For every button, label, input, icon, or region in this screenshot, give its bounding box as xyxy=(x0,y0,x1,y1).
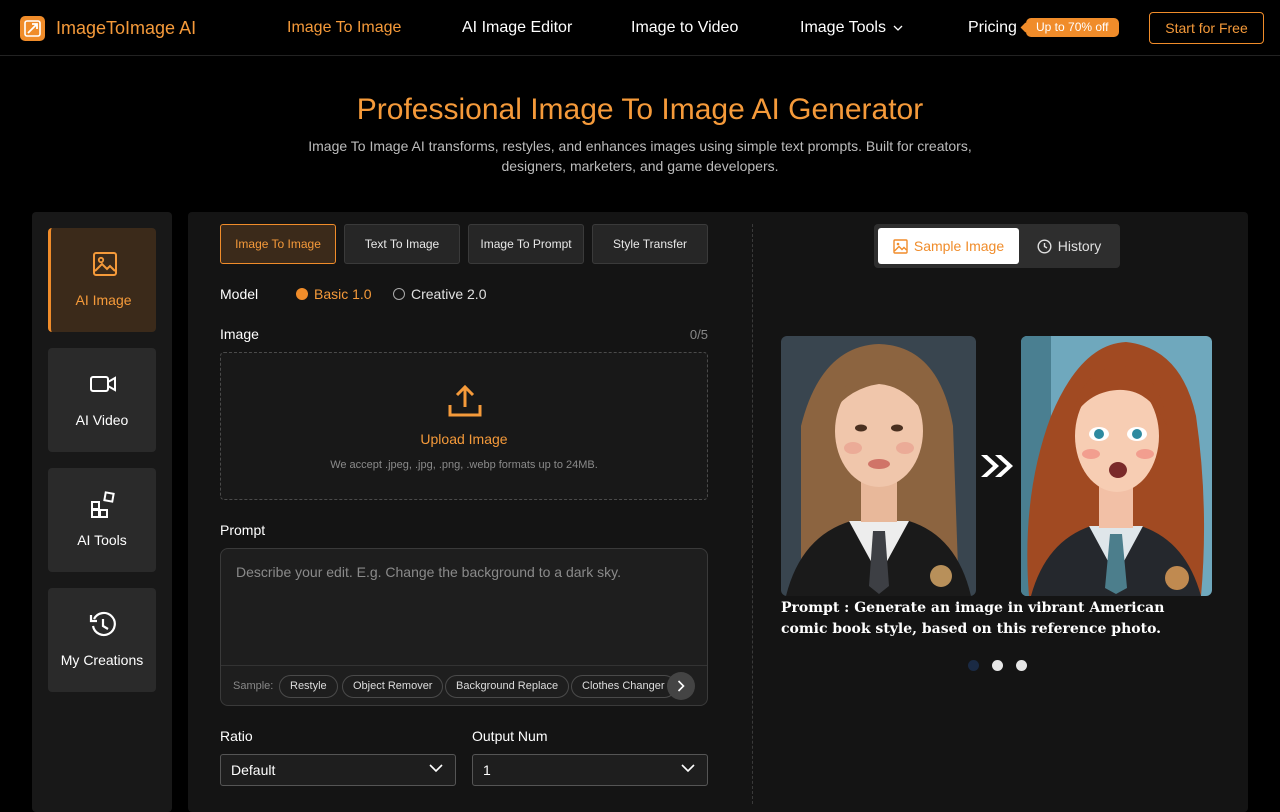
model-option-basic[interactable]: Basic 1.0 xyxy=(296,286,372,302)
panel-divider xyxy=(752,224,753,804)
history-label: History xyxy=(1057,238,1102,254)
sidebar-item-label: AI Video xyxy=(75,412,129,428)
chevron-down-icon xyxy=(893,25,903,31)
sidebar-item-ai-video[interactable]: AI Video xyxy=(48,348,156,452)
preview-toggle: Sample Image History xyxy=(874,224,1120,268)
prompt-input[interactable] xyxy=(221,549,707,665)
nav-link-image-to-image[interactable]: Image To Image xyxy=(287,19,401,37)
model-option-creative[interactable]: Creative 2.0 xyxy=(393,286,486,302)
model-option-label: Creative 2.0 xyxy=(411,286,487,302)
prompt-label: Prompt xyxy=(220,522,266,538)
output-num-value: 1 xyxy=(483,762,491,778)
chevron-right-icon xyxy=(677,680,685,692)
sample-chip-background-replace[interactable]: Background Replace xyxy=(445,675,570,698)
ratio-label: Ratio xyxy=(220,728,253,744)
sample-bar: Sample: Restyle Object Remover Backgroun… xyxy=(221,665,707,705)
output-num-select[interactable]: 1 xyxy=(472,754,708,786)
result-photo xyxy=(1021,336,1212,596)
samples-next-button[interactable] xyxy=(667,672,695,700)
tab-image-to-image[interactable]: Image To Image xyxy=(220,224,336,264)
chevron-down-icon xyxy=(681,764,695,773)
sidebar-item-label: My Creations xyxy=(60,652,144,668)
nav-link-image-to-video[interactable]: Image to Video xyxy=(631,19,738,37)
start-for-free-button[interactable]: Start for Free xyxy=(1149,12,1264,44)
radio-unselected-icon xyxy=(393,288,405,300)
image-icon xyxy=(93,252,117,276)
logo-icon xyxy=(20,16,45,41)
nav-link-image-tools-label: Image Tools xyxy=(800,19,886,36)
sample-chip-clothes-changer[interactable]: Clothes Changer xyxy=(571,675,676,698)
upload-icon xyxy=(448,384,482,417)
sample-carousel: Prompt : Generate an image in vibrant Am… xyxy=(781,336,1212,641)
carousel-dot[interactable] xyxy=(968,660,979,671)
model-option-label: Basic 1.0 xyxy=(314,286,372,302)
image-icon xyxy=(893,238,908,254)
upload-label: Upload Image xyxy=(420,431,508,447)
sample-chip-restyle[interactable]: Restyle xyxy=(279,675,338,698)
chevron-down-icon xyxy=(429,764,443,773)
ratio-select[interactable]: Default xyxy=(220,754,456,786)
tools-icon xyxy=(91,491,115,518)
radio-selected-icon xyxy=(296,288,308,300)
sample-chip-object-remover[interactable]: Object Remover xyxy=(342,675,444,698)
tab-style-transfer[interactable]: Style Transfer xyxy=(592,224,708,264)
upload-hint: We accept .jpeg, .jpg, .png, .webp forma… xyxy=(330,459,598,471)
brand-logo[interactable]: ImageToImage AI xyxy=(20,16,196,41)
tab-image-to-prompt[interactable]: Image To Prompt xyxy=(468,224,584,264)
sidebar-item-label: AI Image xyxy=(75,292,132,308)
clock-icon xyxy=(1037,238,1052,254)
page-title: Professional Image To Image AI Generator xyxy=(356,93,924,126)
history-button[interactable]: History xyxy=(1022,228,1116,264)
sample-image-label: Sample Image xyxy=(913,238,1005,254)
carousel-dot[interactable] xyxy=(1016,660,1027,671)
image-upload-dropzone[interactable]: Upload Image We accept .jpeg, .jpg, .png… xyxy=(220,352,708,500)
history-icon xyxy=(89,611,116,637)
model-label: Model xyxy=(220,286,259,302)
sample-label: Sample: xyxy=(233,680,274,692)
sidebar-item-ai-image[interactable]: AI Image xyxy=(48,228,156,332)
video-icon xyxy=(90,376,116,392)
sidebar-item-my-creations[interactable]: My Creations xyxy=(48,588,156,692)
tab-text-to-image[interactable]: Text To Image xyxy=(344,224,460,264)
top-navbar: ImageToImage AI Image To Image AI Image … xyxy=(0,0,1280,56)
carousel-dots xyxy=(968,660,1040,671)
output-num-label: Output Num xyxy=(472,728,548,744)
nav-link-image-tools[interactable]: Image Tools xyxy=(800,19,903,37)
sample-caption: Prompt : Generate an image in vibrant Am… xyxy=(781,600,1165,637)
image-label: Image xyxy=(220,326,259,342)
page-subtitle: Image To Image AI transforms, restyles, … xyxy=(308,138,972,174)
carousel-dot[interactable] xyxy=(992,660,1003,671)
prompt-box: Sample: Restyle Object Remover Backgroun… xyxy=(220,548,708,706)
brand-name: ImageToImage AI xyxy=(56,18,197,38)
sidebar-item-label: AI Tools xyxy=(77,532,127,548)
sample-image-button[interactable]: Sample Image xyxy=(878,228,1019,264)
image-count: 0/5 xyxy=(689,327,708,342)
nav-link-ai-image-editor[interactable]: AI Image Editor xyxy=(462,19,572,37)
discount-badge: Up to 70% off xyxy=(1026,18,1119,37)
ratio-value: Default xyxy=(231,762,276,778)
nav-link-pricing[interactable]: Pricing xyxy=(968,19,1017,37)
original-photo xyxy=(781,336,976,596)
transform-arrow-icon xyxy=(979,453,1015,484)
sidebar-item-ai-tools[interactable]: AI Tools xyxy=(48,468,156,572)
